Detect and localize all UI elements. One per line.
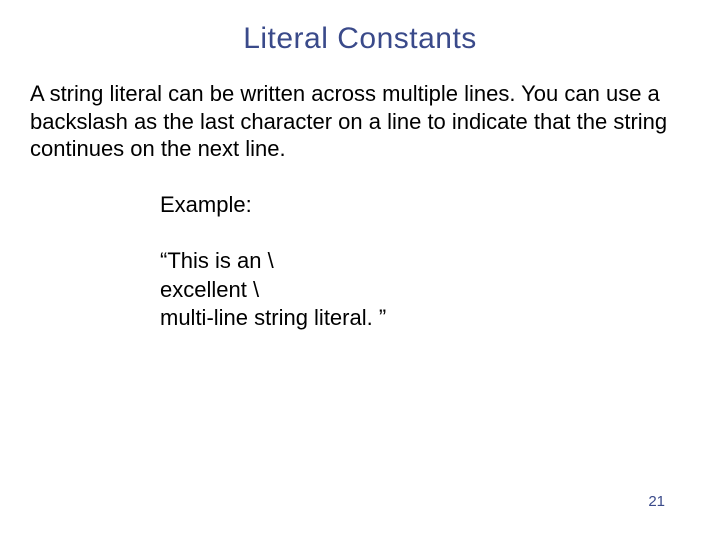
example-line-1: “This is an \ xyxy=(160,247,720,276)
page-number: 21 xyxy=(648,493,665,510)
body-paragraph: A string literal can be written across m… xyxy=(0,56,720,163)
example-block: Example: “This is an \ excellent \ multi… xyxy=(0,163,720,333)
slide-title: Literal Constants xyxy=(0,0,720,56)
slide: Literal Constants A string literal can b… xyxy=(0,0,720,540)
example-label: Example: xyxy=(160,191,720,220)
example-line-3: multi-line string literal. ” xyxy=(160,304,720,333)
example-line-2: excellent \ xyxy=(160,276,720,305)
